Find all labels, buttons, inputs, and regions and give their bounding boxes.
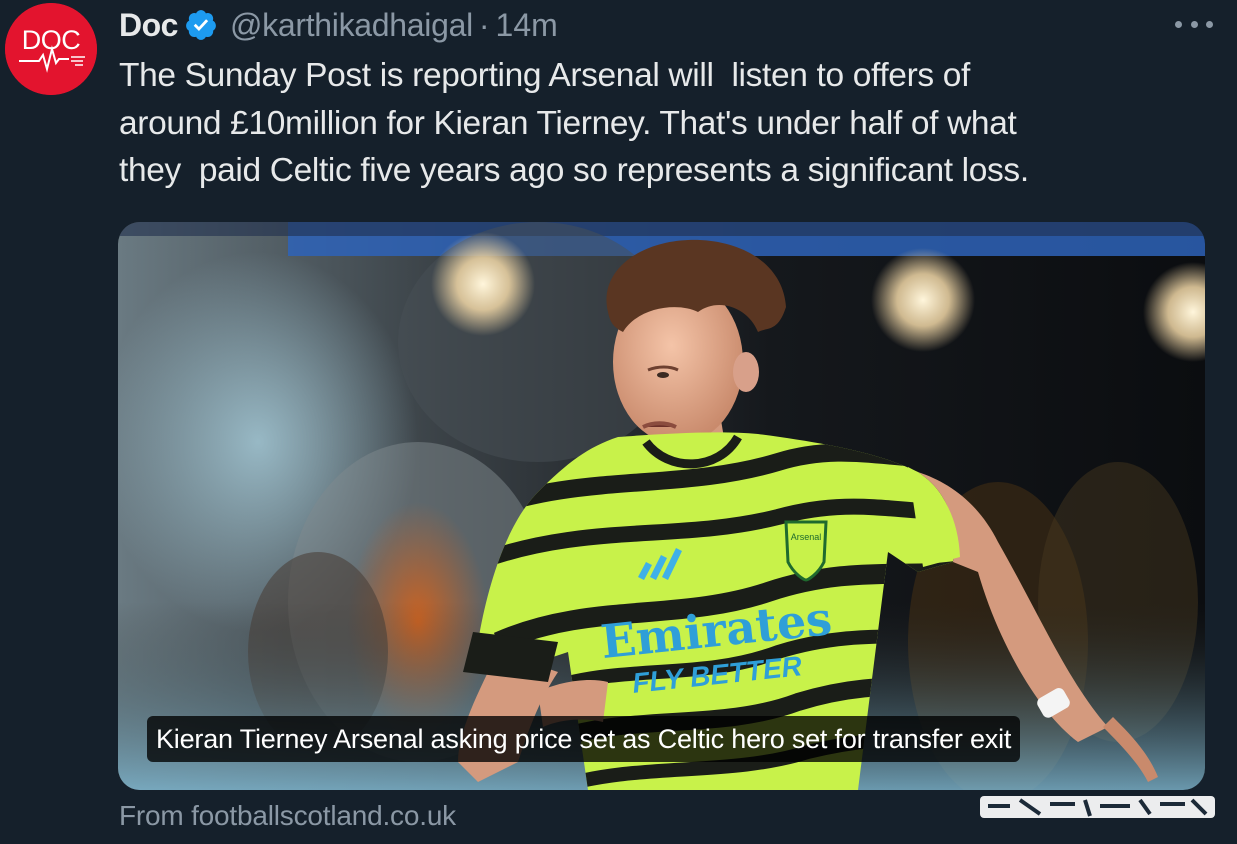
tweet-text: The Sunday Post is reporting Arsenal wil… bbox=[119, 57, 1029, 189]
card-source-link[interactable]: From footballscotland.co.uk bbox=[119, 800, 456, 832]
verified-badge-icon bbox=[186, 10, 216, 40]
link-card[interactable]: Arsenal Emirates FLY BETTER Kieran Tiern… bbox=[118, 222, 1205, 790]
author-name[interactable]: Doc bbox=[119, 7, 178, 44]
tweet-timestamp[interactable]: 14m bbox=[496, 7, 558, 44]
tweet-header: Doc @karthikadhaigal · 14m bbox=[119, 4, 558, 46]
author-handle[interactable]: @karthikadhaigal bbox=[230, 7, 473, 44]
separator-dot: · bbox=[478, 6, 490, 43]
watermark-graphic bbox=[980, 796, 1215, 818]
footballer-photo: Arsenal Emirates FLY BETTER bbox=[118, 222, 1205, 790]
card-caption: Kieran Tierney Arsenal asking price set … bbox=[147, 716, 1021, 762]
avatar[interactable]: DOC bbox=[5, 3, 97, 95]
crest-text: Arsenal bbox=[791, 532, 822, 542]
more-options-icon[interactable] bbox=[1175, 12, 1213, 36]
